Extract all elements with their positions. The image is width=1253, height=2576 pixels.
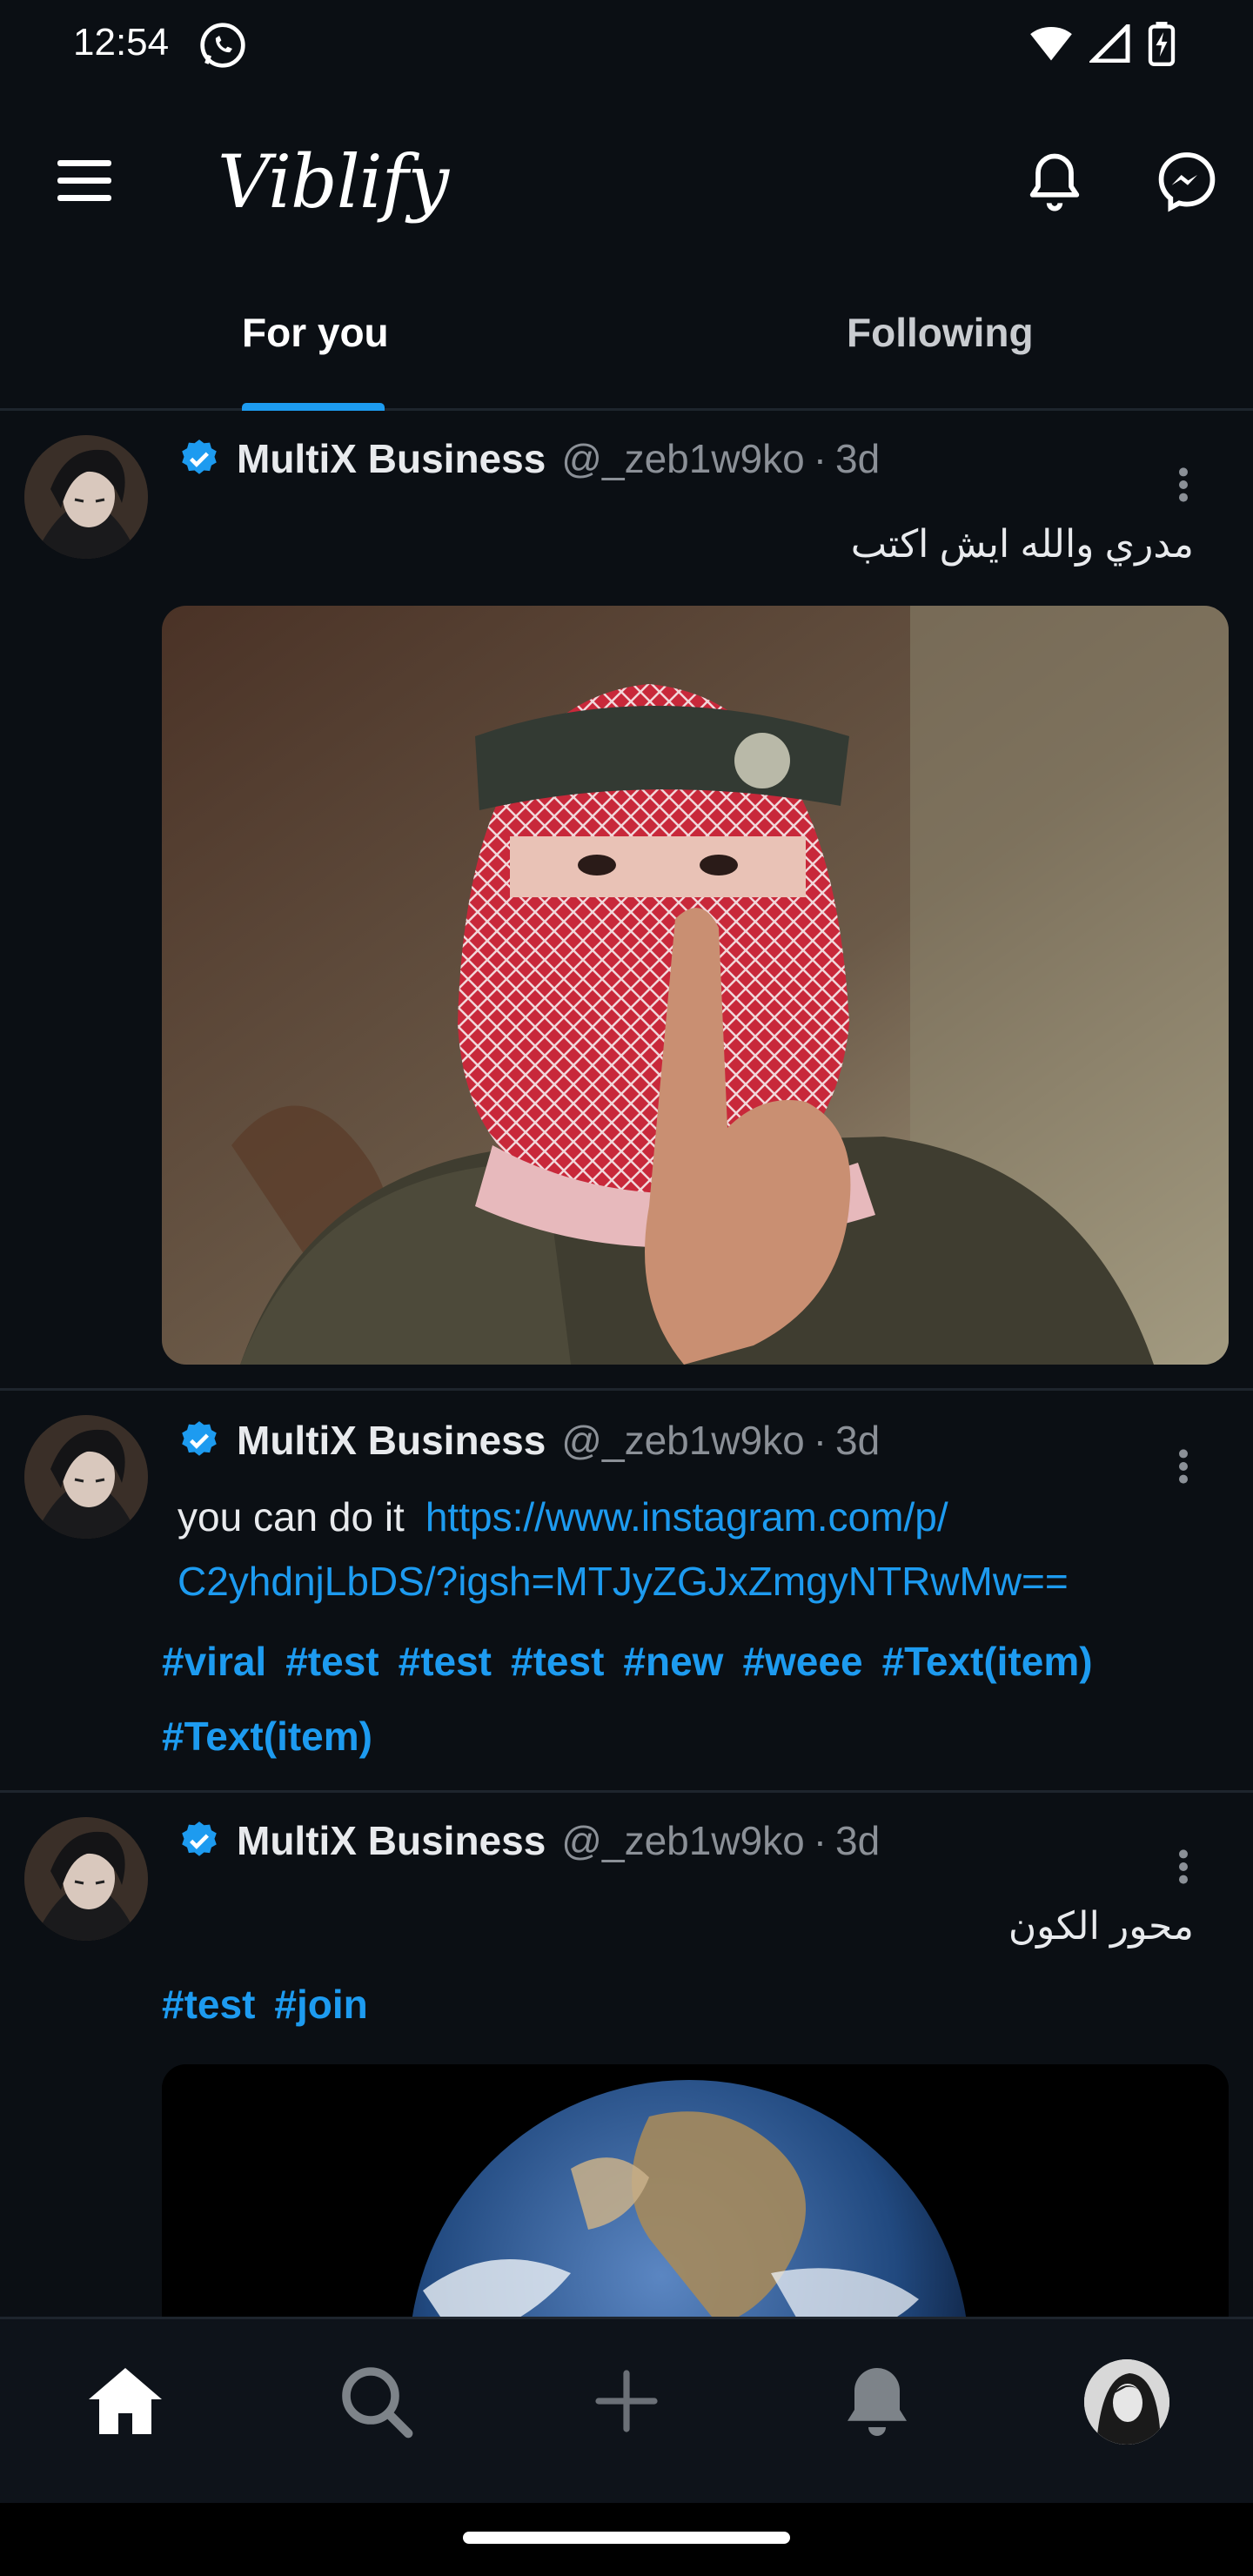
separator: · xyxy=(813,1818,828,1863)
post-header: MultiX Business @_zeb1w9ko · 3d xyxy=(178,1817,880,1864)
hashtag[interactable]: #join xyxy=(274,1982,367,2027)
post-image[interactable] xyxy=(162,2064,1229,2317)
tab-following[interactable]: Following xyxy=(847,309,1034,356)
status-bar: 12:54 xyxy=(0,0,1253,96)
separator: · xyxy=(813,436,828,481)
hashtag[interactable]: #Text(item) xyxy=(162,1714,372,1759)
app-bar: Viblify xyxy=(0,122,1253,235)
post-text: you can do it xyxy=(178,1494,405,1540)
author-name[interactable]: MultiX Business xyxy=(237,1817,546,1864)
add-icon[interactable] xyxy=(585,2359,668,2443)
battery-charging-icon xyxy=(1148,22,1176,66)
hashtag[interactable]: #test xyxy=(511,1639,604,1684)
post-time: 3d xyxy=(835,1818,881,1863)
post-card[interactable]: MultiX Business @_zeb1w9ko · 3d you can … xyxy=(0,1391,1253,1793)
post-body: you can do it https://www.instagram.com/p… xyxy=(178,1485,1222,1613)
verified-badge-icon xyxy=(182,1421,217,1456)
author-handle: @_zeb1w9ko xyxy=(561,1818,805,1863)
whatsapp-icon xyxy=(200,23,245,68)
hashtag-list: #viral #test #test #test #new #weee #Text(item… xyxy=(162,1624,1206,1774)
more-options-icon[interactable] xyxy=(1168,1845,1199,1888)
status-icons xyxy=(1029,21,1176,66)
hashtag[interactable]: #Text(item) xyxy=(882,1639,1093,1684)
post-time: 3d xyxy=(835,1418,881,1463)
avatar[interactable] xyxy=(24,1817,148,1941)
bottom-navigation xyxy=(0,2317,1253,2506)
author-name[interactable]: MultiX Business xyxy=(237,435,546,482)
profile-avatar[interactable] xyxy=(1084,2359,1169,2445)
post-card[interactable]: MultiX Business @_zeb1w9ko · 3d محور الك… xyxy=(0,1793,1253,2317)
more-options-icon[interactable] xyxy=(1168,1445,1199,1488)
notifications-icon[interactable] xyxy=(835,2359,919,2443)
home-icon[interactable] xyxy=(84,2359,167,2443)
search-icon[interactable] xyxy=(334,2359,418,2443)
author-name[interactable]: MultiX Business xyxy=(237,1417,546,1464)
separator: · xyxy=(813,1418,828,1463)
author-handle: @_zeb1w9ko xyxy=(561,1418,805,1463)
post-card[interactable]: MultiX Business @_zeb1w9ko · 3d مدري وال… xyxy=(0,411,1253,1391)
post-text: مدري والله ايش اكتب xyxy=(850,523,1194,566)
feed-tabs: For you Following xyxy=(0,283,1253,411)
bell-icon[interactable] xyxy=(1022,148,1088,214)
hashtag[interactable]: #test xyxy=(399,1639,492,1684)
signal-icon xyxy=(1089,24,1130,63)
post-image[interactable] xyxy=(162,606,1229,1365)
verified-badge-icon xyxy=(182,439,217,474)
author-handle: @_zeb1w9ko xyxy=(561,436,805,481)
hashtag[interactable]: #test xyxy=(285,1639,379,1684)
more-options-icon[interactable] xyxy=(1168,463,1199,506)
hashtag-list: #test #join xyxy=(162,1967,1206,2042)
verified-badge-icon xyxy=(182,1821,217,1856)
active-tab-indicator xyxy=(242,403,385,411)
status-time: 12:54 xyxy=(73,21,170,64)
hashtag[interactable]: #weee xyxy=(742,1639,862,1684)
post-link-continued[interactable]: C2yhdnjLbDS/?igsh=MTJyZGJxZmgyNTRwMw== xyxy=(178,1559,1069,1604)
hashtag[interactable]: #new xyxy=(623,1639,723,1684)
hamburger-menu-icon[interactable] xyxy=(54,157,115,205)
avatar[interactable] xyxy=(24,1415,148,1539)
post-header: MultiX Business @_zeb1w9ko · 3d xyxy=(178,435,880,482)
post-link[interactable]: https://www.instagram.com/p/ xyxy=(425,1494,948,1540)
hashtag[interactable]: #viral xyxy=(162,1639,266,1684)
post-header: MultiX Business @_zeb1w9ko · 3d xyxy=(178,1417,880,1464)
wifi-icon xyxy=(1030,27,1072,61)
tab-for-you[interactable]: For you xyxy=(242,309,389,356)
post-text: محور الكون xyxy=(1008,1905,1194,1948)
messenger-icon[interactable] xyxy=(1154,148,1220,214)
home-indicator[interactable] xyxy=(463,2532,790,2544)
hashtag[interactable]: #test xyxy=(162,1982,255,2027)
app-logo: Viblify xyxy=(218,139,449,225)
post-time: 3d xyxy=(835,436,881,481)
avatar[interactable] xyxy=(24,435,148,559)
